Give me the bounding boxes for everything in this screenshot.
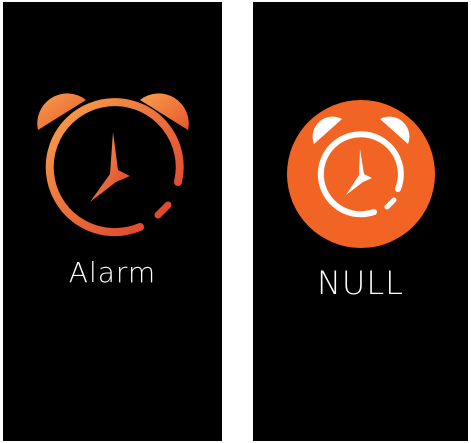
watch-screen-null[interactable]: NULL [253, 2, 468, 441]
alarm-clock-filled-icon[interactable] [286, 99, 436, 249]
app-stage: Alarm NULL [0, 0, 471, 443]
watch-screen-alarm[interactable]: Alarm [3, 2, 222, 441]
alarm-clock-icon[interactable] [28, 90, 198, 240]
screen-label-alarm: Alarm [68, 256, 157, 289]
screen-label-null: NULL [316, 264, 404, 302]
